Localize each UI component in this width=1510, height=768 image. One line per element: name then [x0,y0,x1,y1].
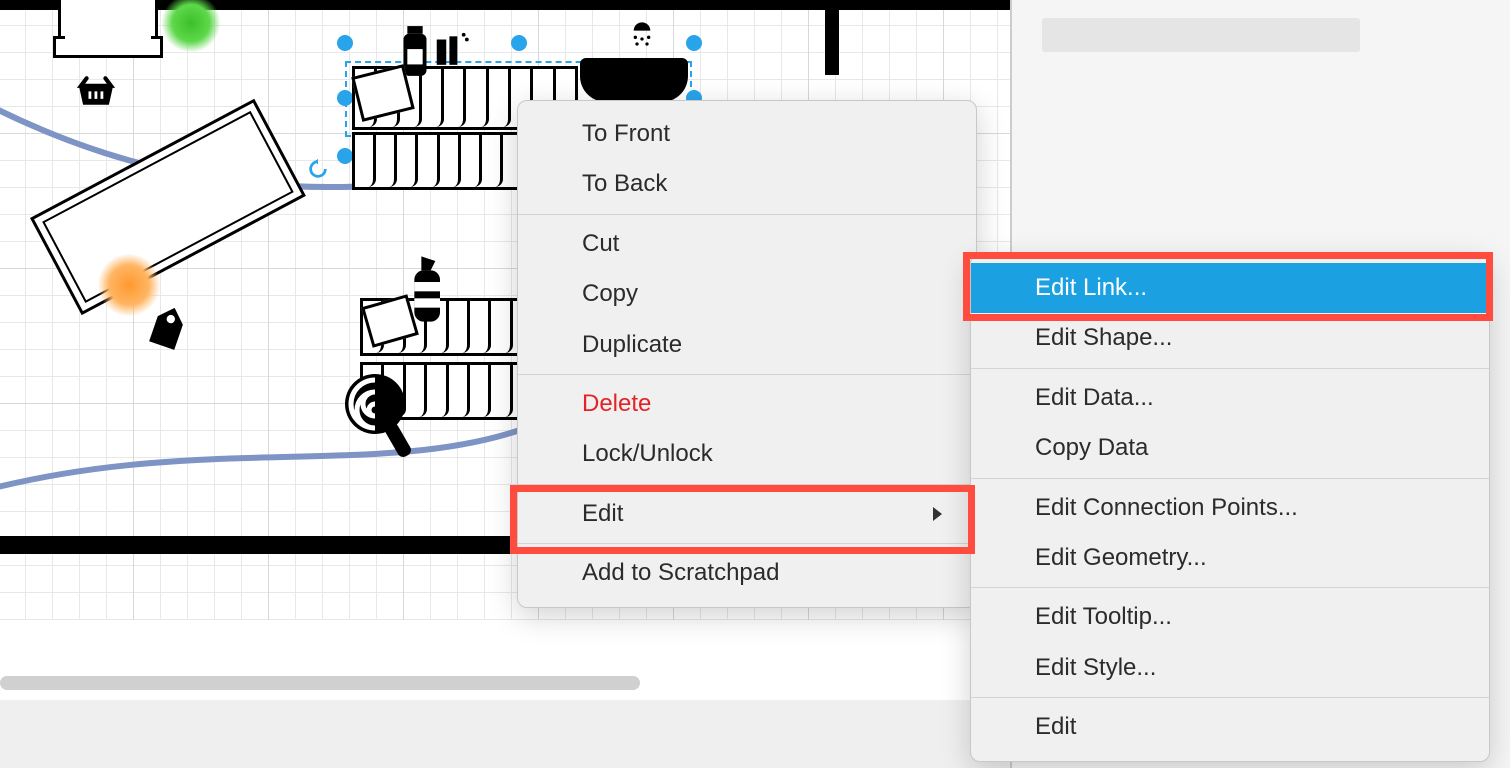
menu-separator [518,484,976,485]
panel-section [1042,18,1360,52]
shelf-shape[interactable] [352,132,524,190]
submenu-edit-geometry[interactable]: Edit Geometry... [971,533,1489,583]
submenu-edit[interactable]: Edit [971,702,1489,752]
lollipop-icon [338,372,420,464]
menu-separator [971,587,1489,588]
menu-cut[interactable]: Cut [518,219,976,269]
menu-delete[interactable]: Delete [518,379,976,429]
horizontal-scrollbar[interactable] [0,676,650,690]
menu-separator [518,214,976,215]
selection-handle[interactable] [686,35,702,51]
shower-icon [622,10,662,58]
status-dot-orange [98,254,160,316]
menu-to-front[interactable]: To Front [518,109,976,159]
menu-add-scratchpad[interactable]: Add to Scratchpad [518,548,976,598]
submenu-edit-shape[interactable]: Edit Shape... [971,313,1489,363]
submenu-edit-data[interactable]: Edit Data... [971,373,1489,423]
menu-separator [971,697,1489,698]
menu-edit[interactable]: Edit [518,489,976,539]
menu-separator [971,368,1489,369]
menu-copy[interactable]: Copy [518,269,976,319]
submenu-edit-link[interactable]: Edit Link... [971,263,1489,313]
basket-icon [70,67,122,112]
toiletries-icon [432,24,470,74]
spray-bottle-icon [398,250,454,328]
table-shape[interactable] [58,0,158,58]
selection-handle[interactable] [337,148,353,164]
bathtub-icon [580,58,688,102]
menu-separator [971,478,1489,479]
menu-to-back[interactable]: To Back [518,159,976,209]
selection-handle[interactable] [511,35,527,51]
submenu-arrow-icon [933,507,942,521]
edit-submenu[interactable]: Edit Link... Edit Shape... Edit Data... … [970,254,1490,762]
menu-lock-unlock[interactable]: Lock/Unlock [518,429,976,479]
scrollbar-thumb[interactable] [0,676,640,690]
submenu-edit-connection-points[interactable]: Edit Connection Points... [971,483,1489,533]
menu-duplicate[interactable]: Duplicate [518,320,976,370]
selection-handle[interactable] [337,90,353,106]
submenu-edit-style[interactable]: Edit Style... [971,643,1489,693]
menu-separator [518,374,976,375]
rotate-handle[interactable] [307,158,327,178]
submenu-edit-tooltip[interactable]: Edit Tooltip... [971,592,1489,642]
context-menu[interactable]: To Front To Back Cut Copy Duplicate Dele… [517,100,977,608]
status-area [0,700,1010,768]
submenu-copy-data[interactable]: Copy Data [971,423,1489,473]
menu-separator [518,543,976,544]
selection-handle[interactable] [337,35,353,51]
